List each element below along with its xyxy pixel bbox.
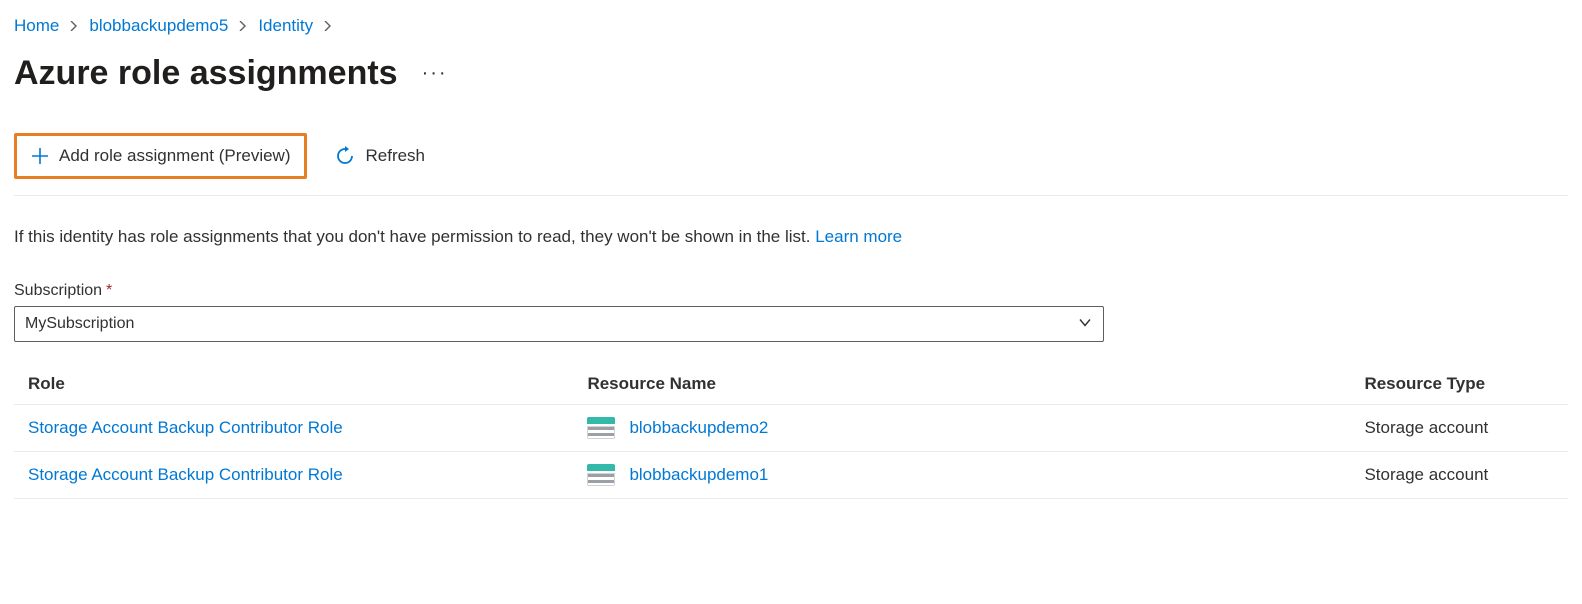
role-link[interactable]: Storage Account Backup Contributor Role [28,418,343,437]
required-indicator: * [106,282,112,299]
page-title-row: Azure role assignments ··· [14,54,1568,93]
add-role-assignment-button[interactable]: Add role assignment (Preview) [14,133,307,179]
breadcrumb-resource[interactable]: blobbackupdemo5 [89,16,228,36]
resource-type: Storage account [1350,404,1568,451]
more-actions-button[interactable]: ··· [422,62,448,85]
subscription-label: Subscription* [14,282,1568,300]
role-link[interactable]: Storage Account Backup Contributor Role [28,465,343,484]
page-title: Azure role assignments [14,54,398,93]
column-header-resource-type[interactable]: Resource Type [1350,364,1568,405]
info-message: If this identity has role assignments th… [14,227,815,246]
subscription-select-wrap: MySubscription [14,306,1104,342]
info-text: If this identity has role assignments th… [14,224,1568,250]
table-row: Storage Account Backup Contributor Role … [14,404,1568,451]
breadcrumb-home[interactable]: Home [14,16,59,36]
chevron-right-icon [323,21,333,31]
subscription-select[interactable]: MySubscription [14,306,1104,342]
learn-more-link[interactable]: Learn more [815,227,902,246]
role-assignments-table: Role Resource Name Resource Type Storage… [14,364,1568,499]
resource-link[interactable]: blobbackupdemo1 [629,465,768,485]
storage-account-icon [587,464,615,486]
column-header-role[interactable]: Role [14,364,573,405]
add-role-label: Add role assignment (Preview) [59,146,290,166]
subscription-label-text: Subscription [14,282,102,299]
plus-icon [31,147,49,165]
resource-type: Storage account [1350,451,1568,498]
resource-link[interactable]: blobbackupdemo2 [629,418,768,438]
toolbar: Add role assignment (Preview) Refresh [14,133,1568,196]
storage-account-icon [587,417,615,439]
refresh-button[interactable]: Refresh [323,138,437,174]
breadcrumb-identity[interactable]: Identity [258,16,313,36]
breadcrumb: Home blobbackupdemo5 Identity [14,16,1568,36]
refresh-icon [335,146,355,166]
chevron-right-icon [69,21,79,31]
refresh-label: Refresh [365,146,425,166]
chevron-right-icon [238,21,248,31]
table-row: Storage Account Backup Contributor Role … [14,451,1568,498]
column-header-resource-name[interactable]: Resource Name [573,364,1350,405]
